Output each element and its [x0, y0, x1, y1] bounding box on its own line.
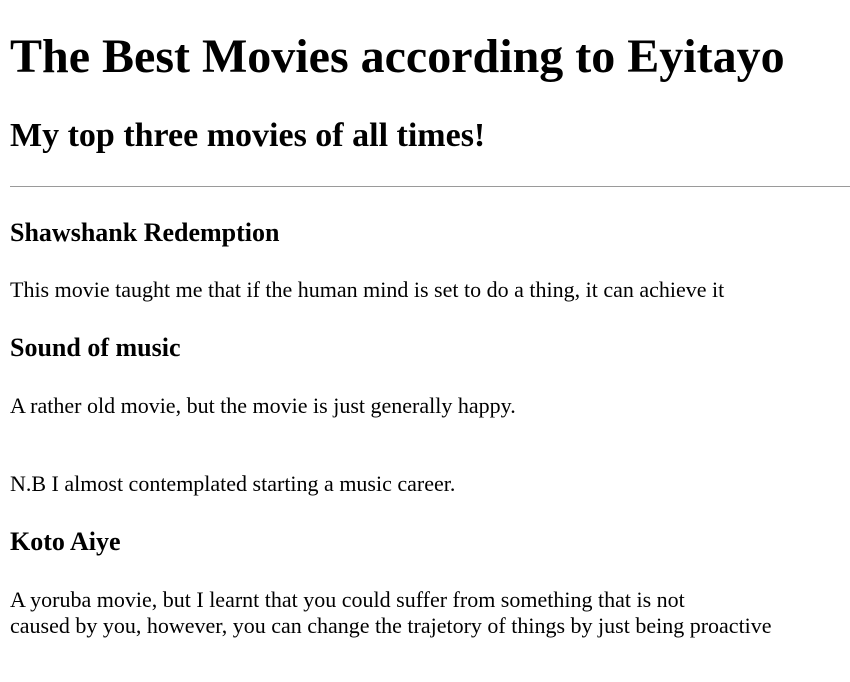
movie-description-sound-of-music: A rather old movie, but the movie is jus…: [10, 393, 516, 418]
movie-title-shawshank: Shawshank Redemption: [10, 218, 280, 247]
horizontal-divider: [10, 186, 850, 187]
movie-title-koto-aiye: Koto Aiye: [10, 527, 121, 556]
movie-description-koto-aiye-line-1: A yoruba movie, but I learnt that you co…: [10, 587, 685, 612]
page: The Best Movies according to Eyitayo My …: [0, 0, 850, 682]
page-subtitle: My top three movies of all times!: [10, 117, 486, 154]
movie-description-koto-aiye-line-2: caused by you, however, you can change t…: [10, 613, 772, 638]
movie-note-sound-of-music: N.B I almost contemplated starting a mus…: [10, 471, 456, 496]
page-title: The Best Movies according to Eyitayo: [10, 30, 785, 83]
movie-title-sound-of-music: Sound of music: [10, 333, 181, 362]
movie-description-shawshank: This movie taught me that if the human m…: [10, 277, 725, 302]
